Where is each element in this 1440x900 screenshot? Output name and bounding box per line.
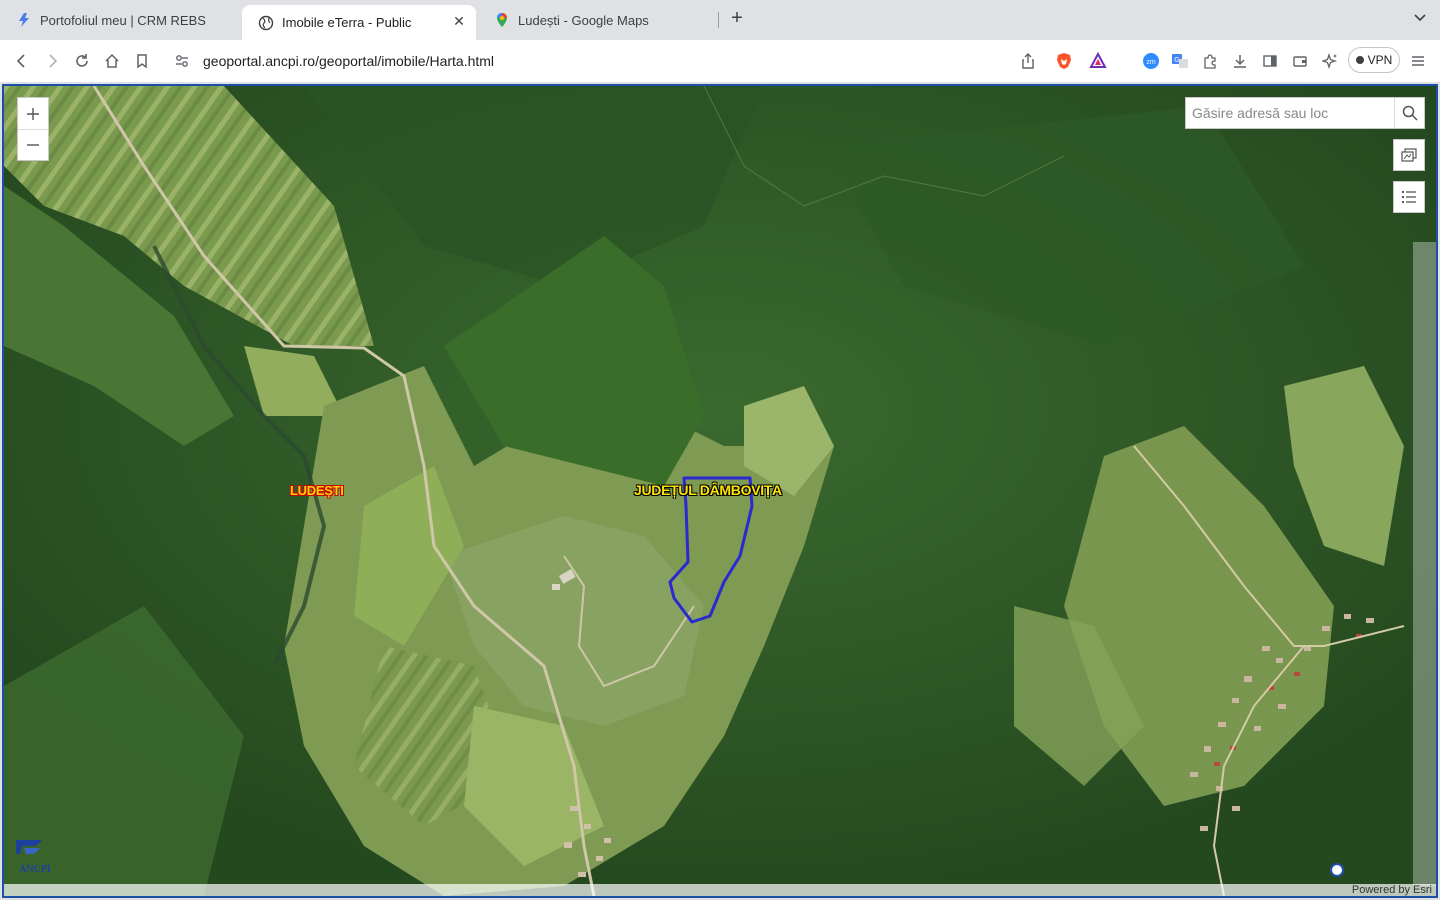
reload-icon	[76, 54, 88, 67]
arrow-right-icon	[49, 54, 58, 68]
sidebar-icon	[1263, 55, 1277, 67]
svg-text:G: G	[1174, 57, 1179, 64]
wallet-icon	[1293, 56, 1307, 67]
address-bar[interactable]: geoportal.ancpi.ro/geoportal/imobile/Har…	[164, 44, 1242, 78]
hamburger-menu-icon	[1412, 56, 1424, 66]
leo-ai-button[interactable]	[1318, 49, 1342, 73]
zoom-in-button[interactable]	[18, 98, 48, 129]
brave-shields-button[interactable]	[1052, 49, 1076, 73]
vpn-status-dot	[1355, 56, 1364, 64]
map-view[interactable]: JUDEȚUL DÂMBOVIȚA LUDEȘTI Găsire adresă …	[2, 84, 1438, 898]
main-menu-button[interactable]	[1406, 49, 1430, 73]
share-icon	[1022, 53, 1034, 69]
extensions-button[interactable]	[1198, 49, 1222, 73]
map-side-panel-edge	[1413, 242, 1436, 886]
tab-search-chevron-icon[interactable]	[1410, 10, 1430, 30]
tab-strip: Portofoliul meu | CRM REBS Imobile eTerr…	[0, 0, 1440, 40]
layer-list-button[interactable]	[1393, 181, 1425, 213]
address-search-input[interactable]	[1186, 98, 1394, 128]
globe-icon	[258, 15, 274, 30]
back-button[interactable]	[10, 49, 34, 73]
map-drag-handle[interactable]	[1330, 863, 1344, 877]
tab-separator	[718, 12, 719, 28]
browser-toolbar: geoportal.ancpi.ro/geoportal/imobile/Har…	[0, 40, 1440, 82]
download-icon	[1234, 55, 1246, 68]
layer-list-icon	[1402, 191, 1416, 203]
basemap-gallery-button[interactable]	[1393, 139, 1425, 171]
search-button[interactable]	[1394, 98, 1424, 128]
share-button[interactable]	[1016, 49, 1040, 73]
logo-text: ANCPI	[19, 864, 51, 875]
search-icon	[1402, 105, 1418, 121]
reload-button[interactable]	[70, 49, 94, 73]
zoom-control	[17, 97, 49, 161]
url-text[interactable]: geoportal.ancpi.ro/geoportal/imobile/Har…	[203, 53, 494, 69]
ancpi-logo: ANCPI	[16, 840, 51, 875]
tab-title: Imobile eTerra - Public	[282, 15, 412, 30]
home-icon	[105, 53, 119, 68]
downloads-button[interactable]	[1228, 49, 1252, 73]
minus-icon	[27, 144, 39, 146]
crm-rebs-favicon-icon	[19, 13, 29, 27]
forward-button[interactable]	[40, 49, 64, 73]
sidebar-button[interactable]	[1258, 49, 1282, 73]
basemap-gallery-icon	[1401, 148, 1417, 162]
tab-title: Ludești - Google Maps	[518, 12, 649, 28]
translate-extension-button[interactable]: G	[1168, 49, 1192, 73]
google-maps-pin-icon	[497, 13, 507, 27]
county-label: JUDEȚUL DÂMBOVIȚA	[634, 482, 782, 498]
arrow-left-icon	[16, 54, 25, 68]
locality-label: LUDEȘTI	[290, 483, 344, 498]
wallet-button[interactable]	[1288, 49, 1312, 73]
puzzle-icon	[1204, 54, 1216, 69]
site-settings-icon[interactable]	[174, 53, 190, 69]
rewards-triangle-icon	[1089, 52, 1107, 68]
brave-rewards-button[interactable]	[1086, 49, 1110, 73]
tab-crm-rebs[interactable]: Portofoliul meu | CRM REBS	[0, 5, 240, 35]
esri-attribution[interactable]: Powered by Esri	[4, 884, 1436, 896]
new-tab-button[interactable]: +	[726, 8, 748, 30]
plus-icon	[27, 107, 39, 120]
tab-imobile-eterra[interactable]: Imobile eTerra - Public ✕	[242, 5, 476, 40]
vpn-button[interactable]: VPN	[1348, 47, 1400, 73]
close-icon[interactable]: ✕	[450, 12, 468, 30]
bookmark-button[interactable]	[130, 49, 154, 73]
brave-lion-icon	[1057, 53, 1071, 69]
svg-text:zm: zm	[1146, 59, 1156, 66]
translate-icon: G	[1172, 54, 1188, 68]
tab-title: Portofoliul meu | CRM REBS	[40, 12, 206, 28]
address-search-widget	[1185, 97, 1425, 129]
zoom-out-button[interactable]	[18, 129, 48, 160]
tab-google-maps[interactable]: Ludești - Google Maps	[478, 5, 718, 35]
zoom-app-icon: zm	[1143, 53, 1159, 69]
bookmark-icon	[137, 54, 147, 69]
zoom-extension-button[interactable]: zm	[1139, 49, 1163, 73]
vpn-label: VPN	[1367, 53, 1393, 67]
home-button[interactable]	[100, 49, 124, 73]
sparkle-icon	[1322, 53, 1338, 69]
